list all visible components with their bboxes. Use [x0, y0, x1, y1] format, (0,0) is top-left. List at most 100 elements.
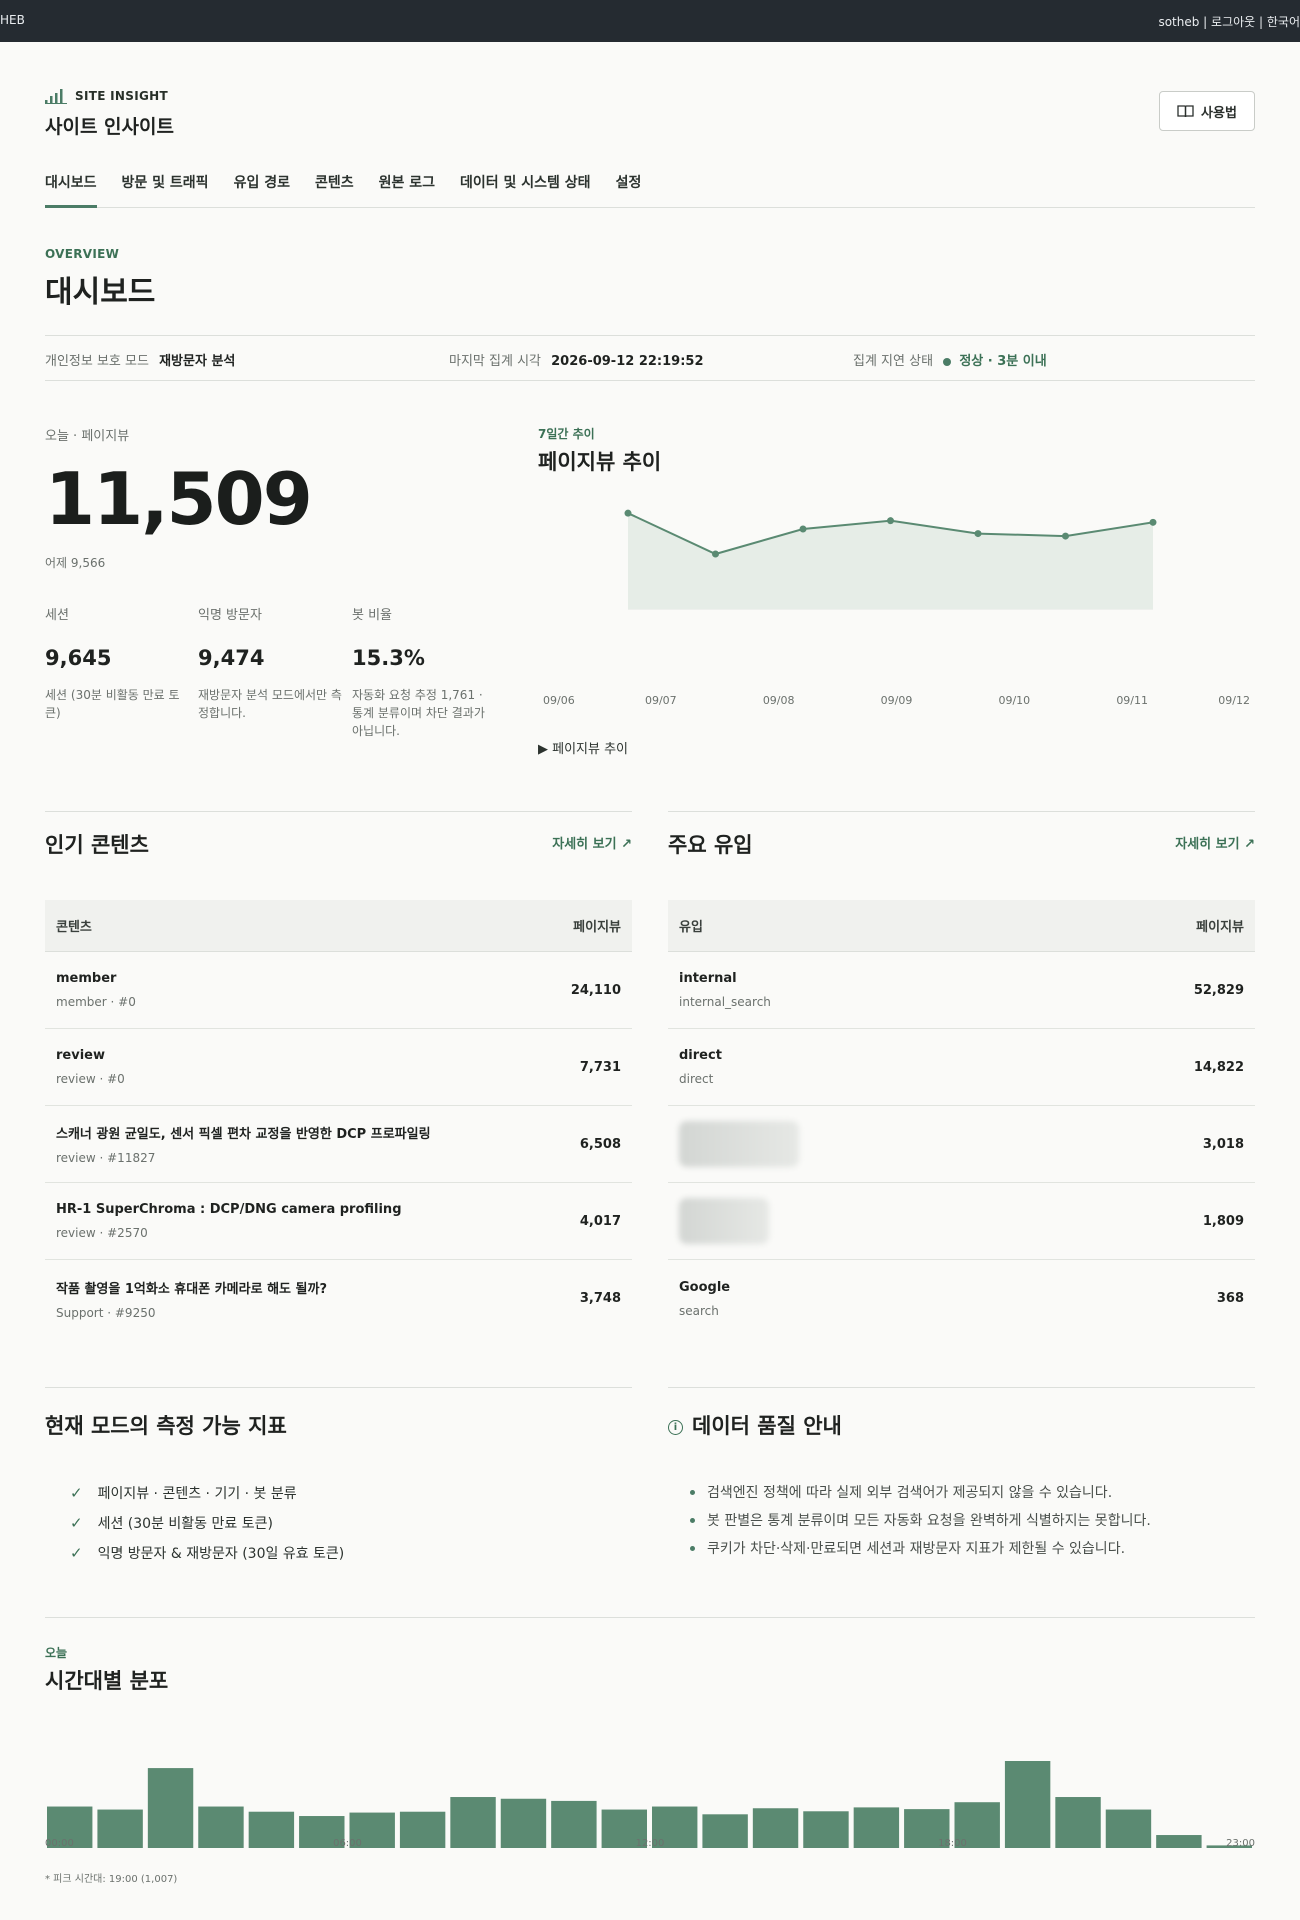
- kpi-yesterday: 어제 9,566: [45, 556, 106, 570]
- table-row[interactable]: direct direct 14,822: [668, 1029, 1255, 1106]
- popular-content-more-link[interactable]: 자세히 보기 ↗: [552, 833, 632, 852]
- trend-x-tick: 09/08: [763, 694, 795, 707]
- measurable-metrics-title: 현재 모드의 측정 가능 지표: [45, 1414, 287, 1438]
- row-subtitle: internal_search: [679, 995, 771, 1009]
- row-subtitle: search: [679, 1303, 719, 1318]
- trend-x-tick: 09/06: [543, 694, 575, 707]
- topbar-site-name: HEB: [0, 13, 25, 27]
- hourly-title: 시간대별 분포: [45, 1669, 169, 1693]
- list-item: 쿠키가 차단·삭제·만료되면 세션과 재방문자 지표가 제한될 수 있습니다.: [690, 1534, 1151, 1562]
- column-header-pageviews: 페이지뷰: [573, 920, 621, 935]
- column-header-referrer: 유입: [679, 920, 703, 935]
- status-bar: 개인정보 보호 모드 재방문자 분석 마지막 집계 시각 2026-09-12 …: [45, 335, 1255, 381]
- topbar-separator: |: [1199, 15, 1212, 29]
- measurable-metrics-list: ✓ 페이지뷰 · 콘텐츠 · 기기 · 봇 분류 ✓ 세션 (30분 비활동 만료 …: [70, 1478, 344, 1568]
- row-title: 스캐너 광원 균일도, 센서 픽셀 편차 교정을 반영한 DCP 프로파일링: [56, 1127, 431, 1142]
- row-title: internal: [679, 971, 737, 986]
- tab-raw-logs[interactable]: 원본 로그: [379, 170, 435, 208]
- tab-system-status[interactable]: 데이터 및 시스템 상태: [460, 170, 591, 208]
- column-header-pageviews: 페이지뷰: [1196, 920, 1244, 935]
- hourly-peak-note: * 피크 시간대: 19:00 (1,007): [45, 1874, 178, 1885]
- row-title: HR-1 SuperChroma : DCP/DNG camera profil…: [56, 1202, 402, 1217]
- table-row[interactable]: member member · #0 24,110: [45, 952, 632, 1029]
- aggregation-delay-value: 정상 · 3분 이내: [959, 354, 1047, 369]
- hourly-x-tick: 00:00: [45, 1838, 74, 1849]
- list-item: 봇 판별은 통계 분류이며 모든 자동화 요청을 완벽하게 식별하지는 못합니다…: [690, 1506, 1151, 1534]
- kpi-sessions-value: 9,645: [45, 646, 112, 670]
- row-subtitle: review · #0: [56, 1072, 125, 1086]
- top-referrers-title: 주요 유입: [668, 833, 753, 857]
- trend-table-toggle[interactable]: ▶ 페이지뷰 추이: [538, 738, 628, 757]
- topbar-language-link[interactable]: 한국어: [1267, 15, 1300, 29]
- bullet-icon: [690, 1517, 695, 1523]
- table-row[interactable]: 1,809: [668, 1183, 1255, 1260]
- kpi-sessions: 세션 9,645 세션 (30분 비활동 만료 토큰): [45, 604, 190, 722]
- trend-x-tick: 09/11: [1116, 694, 1148, 707]
- topbar-logout-link[interactable]: 로그아웃: [1211, 15, 1255, 29]
- kpi-visitors-label: 익명 방문자: [198, 608, 262, 623]
- kpi-sessions-desc: 세션 (30분 비활동 만료 토큰): [45, 688, 180, 720]
- trend-point: [799, 525, 807, 533]
- tab-referrers[interactable]: 유입 경로: [234, 170, 290, 208]
- row-title: Google: [679, 1279, 731, 1295]
- row-title: direct: [679, 1048, 722, 1063]
- table-row[interactable]: HR-1 SuperChroma : DCP/DNG camera profil…: [45, 1183, 632, 1260]
- list-item: ✓ 페이지뷰 · 콘텐츠 · 기기 · 봇 분류: [70, 1478, 344, 1508]
- tab-dashboard[interactable]: 대시보드: [45, 170, 97, 208]
- tab-settings[interactable]: 설정: [616, 170, 642, 208]
- help-button[interactable]: 사용법: [1159, 91, 1255, 131]
- row-value: 4,017: [579, 1213, 621, 1229]
- hourly-bar: [1004, 1761, 1051, 1848]
- bar-chart-icon: [45, 89, 67, 104]
- table-row[interactable]: Google search 368: [668, 1260, 1255, 1337]
- trend-x-tick: 09/10: [998, 694, 1030, 707]
- hourly-x-tick: 12:00: [635, 1838, 665, 1849]
- table-header: 유입 페이지뷰: [668, 900, 1255, 952]
- help-button-label: 사용법: [1201, 105, 1237, 121]
- table-row[interactable]: internal internal_search 52,829: [668, 952, 1255, 1029]
- hourly-bar: [147, 1768, 194, 1848]
- data-quality-heading: i 데이터 품질 안내: [668, 1410, 842, 1440]
- row-value: 1,809: [1202, 1213, 1244, 1229]
- row-subtitle: Support · #9250: [56, 1305, 156, 1320]
- last-aggregation-status: 마지막 집계 시각 2026-09-12 22:19:52: [449, 350, 704, 369]
- popular-content-table: 콘텐츠 페이지뷰 member member · #0 24,110 review…: [45, 900, 632, 1337]
- overview-label: OVERVIEW: [45, 247, 120, 261]
- last-aggregation-value: 2026-09-12 22:19:52: [551, 354, 704, 369]
- row-value: 3,018: [1202, 1136, 1244, 1152]
- top-bar: HEB sotheb | 로그아웃 | 한국어: [0, 0, 1300, 42]
- brand: SITE INSIGHT 사이트 인사이트: [45, 88, 174, 139]
- topbar-user-menu: sotheb | 로그아웃 | 한국어: [1158, 13, 1300, 30]
- privacy-mode-status: 개인정보 보호 모드 재방문자 분석: [45, 350, 235, 369]
- main-tabs: 대시보드 방문 및 트래픽 유입 경로 콘텐츠 원본 로그 데이터 및 시스템 …: [45, 170, 1255, 208]
- trend-x-tick: 09/07: [645, 694, 677, 707]
- list-item-text: 봇 판별은 통계 분류이며 모든 자동화 요청을 완벽하게 식별하지는 못합니다…: [707, 1513, 1151, 1529]
- kpi-pageviews-value: 11,509: [45, 457, 313, 541]
- trend-area: [628, 513, 1153, 609]
- last-aggregation-key: 마지막 집계 시각: [449, 354, 541, 369]
- kpi-bot-ratio: 봇 비율 15.3% 자동화 요청 추정 1,761 · 통계 분류이며 차단 …: [352, 604, 497, 740]
- hourly-x-tick: 23:00: [1226, 1838, 1255, 1849]
- top-referrers-panel: 주요 유입 자세히 보기 ↗ 유입 페이지뷰 internal internal_…: [668, 811, 1255, 1331]
- row-value: 7,731: [579, 1059, 621, 1075]
- tab-traffic[interactable]: 방문 및 트래픽: [122, 170, 209, 208]
- kpi-visitors-value: 9,474: [198, 646, 265, 670]
- info-icon: i: [668, 1420, 683, 1435]
- table-row[interactable]: 스캐너 광원 균일도, 센서 픽셀 편차 교정을 반영한 DCP 프로파일링 re…: [45, 1106, 632, 1183]
- row-title: 작품 촬영을 1억화소 휴대폰 카메라로 해도 될까?: [56, 1281, 327, 1297]
- topbar-username[interactable]: sotheb: [1158, 15, 1199, 29]
- list-item-text: 세션 (30분 비활동 만료 토큰): [97, 1516, 273, 1532]
- top-referrers-more-link[interactable]: 자세히 보기 ↗: [1175, 833, 1255, 852]
- table-row[interactable]: 작품 촬영을 1억화소 휴대폰 카메라로 해도 될까? Support · #92…: [45, 1260, 632, 1337]
- trend-point: [712, 550, 719, 558]
- popular-content-panel: 인기 콘텐츠 자세히 보기 ↗ 콘텐츠 페이지뷰 member member · …: [45, 811, 632, 1331]
- bullet-icon: [690, 1545, 695, 1551]
- row-subtitle: review · #11827: [56, 1151, 156, 1165]
- table-row[interactable]: review review · #0 7,731: [45, 1029, 632, 1106]
- tab-content[interactable]: 콘텐츠: [315, 170, 354, 208]
- popular-content-title: 인기 콘텐츠: [45, 833, 149, 857]
- table-row[interactable]: 3,018: [668, 1106, 1255, 1183]
- aggregation-delay-key: 집계 지연 상태: [853, 354, 934, 369]
- trend-x-tick: 09/09: [881, 694, 913, 707]
- row-value: 24,110: [570, 982, 621, 998]
